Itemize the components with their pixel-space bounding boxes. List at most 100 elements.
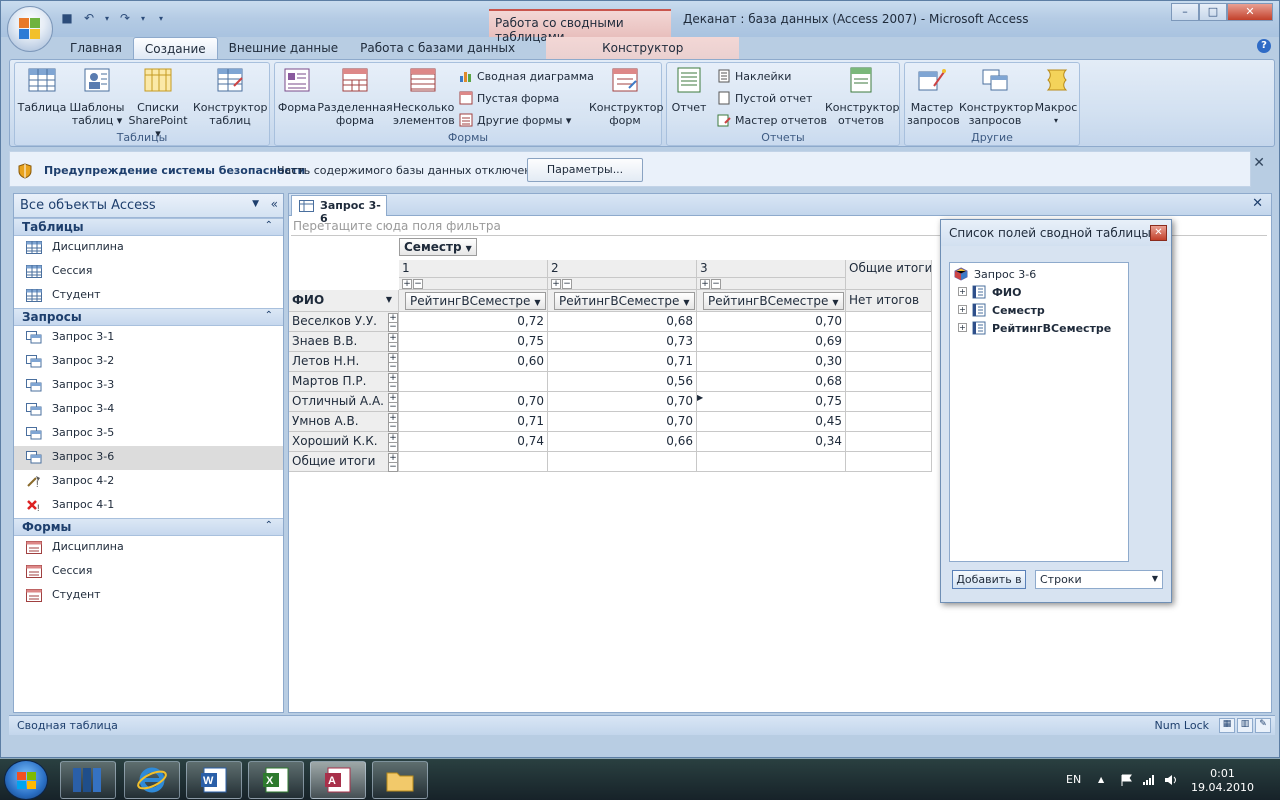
- taskbar-library-app[interactable]: [60, 761, 116, 799]
- tab-create[interactable]: Создание: [132, 37, 218, 59]
- taskbar-excel[interactable]: X: [248, 761, 304, 799]
- row-header[interactable]: Мартов П.Р.: [289, 372, 399, 392]
- sharepoint-lists-button[interactable]: Списки SharePoint ▾: [125, 66, 191, 140]
- nav-item[interactable]: Дисциплина: [14, 536, 283, 560]
- row-field-button[interactable]: ФИО ▼: [289, 290, 399, 312]
- design-view-icon[interactable]: ✎: [1255, 718, 1271, 733]
- collapse-icon[interactable]: −: [388, 322, 398, 332]
- pivot-table-view-icon[interactable]: ▦: [1219, 718, 1235, 733]
- expand-icon[interactable]: +: [958, 323, 967, 332]
- pivot-chart-view-icon[interactable]: ▥: [1237, 718, 1253, 733]
- nav-item[interactable]: Сессия: [14, 560, 283, 584]
- rating-cell[interactable]: 0,75: [399, 332, 548, 352]
- data-field-header[interactable]: РейтингВСеместре ▼: [399, 290, 548, 312]
- taskbar-explorer[interactable]: [372, 761, 428, 799]
- row-header[interactable]: Летов Н.Н.: [289, 352, 399, 372]
- data-field-header[interactable]: РейтингВСеместре ▼: [697, 290, 846, 312]
- field-list-field[interactable]: ФИО: [992, 286, 1021, 299]
- nav-item[interactable]: Студент: [14, 584, 283, 608]
- rating-cell[interactable]: 0,66: [548, 432, 697, 452]
- office-button[interactable]: [7, 6, 53, 52]
- query-design-button[interactable]: Конструктор запросов: [959, 66, 1033, 127]
- nav-item[interactable]: Сессия: [14, 260, 283, 284]
- section-collapse-icon[interactable]: ⌃: [265, 310, 273, 321]
- add-to-area-select[interactable]: Строки ▼: [1035, 570, 1163, 589]
- language-indicator[interactable]: EN: [1066, 773, 1081, 786]
- nav-item[interactable]: Запрос 3-4: [14, 398, 283, 422]
- semester-header[interactable]: 1: [399, 260, 548, 278]
- rating-cell[interactable]: 0,60: [399, 352, 548, 372]
- row-header[interactable]: Хороший К.К.: [289, 432, 399, 452]
- collapse-icon[interactable]: −: [388, 422, 398, 432]
- rating-cell[interactable]: 0,68: [697, 372, 846, 392]
- nav-item[interactable]: ! Запрос 4-1: [14, 494, 283, 518]
- document-close-icon[interactable]: ✕: [1252, 196, 1263, 211]
- undo-icon[interactable]: ↶: [81, 10, 97, 26]
- collapse-icon[interactable]: −: [711, 279, 721, 289]
- expand-icon[interactable]: +: [700, 279, 710, 289]
- row-header[interactable]: Знаев В.В.: [289, 332, 399, 352]
- nav-item[interactable]: Запрос 3-5: [14, 422, 283, 446]
- rating-cell[interactable]: 0,56: [548, 372, 697, 392]
- start-button[interactable]: [4, 760, 48, 800]
- table-design-button[interactable]: Конструктор таблиц: [193, 66, 267, 127]
- row-header[interactable]: Веселков У.У.: [289, 312, 399, 332]
- rating-cell[interactable]: 0,69: [697, 332, 846, 352]
- clock[interactable]: 0:01 19.04.2010: [1191, 767, 1254, 795]
- nav-section-header[interactable]: Запросы ⌃: [14, 308, 283, 326]
- volume-icon[interactable]: [1164, 774, 1178, 786]
- rating-cell[interactable]: 0,70: [697, 312, 846, 332]
- data-field-header[interactable]: РейтингВСеместре ▼: [548, 290, 697, 312]
- nav-menu-chevron-icon[interactable]: ▼: [252, 199, 259, 209]
- rating-cell[interactable]: 0,70: [399, 392, 548, 412]
- nav-item[interactable]: ! Запрос 4-2: [14, 470, 283, 494]
- pivot-chart-button[interactable]: Сводная диаграмма: [459, 69, 594, 83]
- collapse-icon[interactable]: −: [388, 442, 398, 452]
- nav-item[interactable]: Запрос 3-2: [14, 350, 283, 374]
- redo-dropdown-icon[interactable]: ▾: [139, 10, 147, 26]
- rating-cell[interactable]: 0,71: [399, 412, 548, 432]
- rating-cell[interactable]: 0,73: [548, 332, 697, 352]
- table-templates-button[interactable]: Шаблоны таблиц ▾: [69, 66, 125, 127]
- blank-report-button[interactable]: Пустой отчет: [717, 91, 812, 105]
- taskbar-word[interactable]: W: [186, 761, 242, 799]
- nav-pane-header[interactable]: Все объекты Access ▼ «: [14, 194, 283, 218]
- undo-dropdown-icon[interactable]: ▾: [103, 10, 111, 26]
- taskbar-internet-explorer[interactable]: [124, 761, 180, 799]
- nav-section-header[interactable]: Таблицы ⌃: [14, 218, 283, 236]
- tab-database-tools[interactable]: Работа с базами данных: [349, 37, 526, 59]
- nav-item[interactable]: Студент: [14, 284, 283, 308]
- save-icon[interactable]: ■: [59, 10, 75, 26]
- collapse-icon[interactable]: −: [413, 279, 423, 289]
- rating-cell[interactable]: 0,75: [697, 392, 846, 412]
- maximize-button[interactable]: □: [1199, 3, 1227, 21]
- collapse-icon[interactable]: −: [388, 382, 398, 392]
- field-list-field[interactable]: Семестр: [992, 304, 1045, 317]
- rating-cell[interactable]: 0,74: [399, 432, 548, 452]
- minimize-button[interactable]: –: [1171, 3, 1199, 21]
- split-form-button[interactable]: Разделенная форма: [317, 66, 393, 127]
- rating-cell[interactable]: 0,70: [548, 392, 697, 412]
- grand-total-row-header[interactable]: Общие итоги: [289, 452, 399, 472]
- help-icon[interactable]: ?: [1257, 39, 1271, 53]
- nav-item[interactable]: Запрос 3-6: [14, 446, 283, 470]
- field-list-root[interactable]: Запрос 3-6: [974, 268, 1036, 281]
- collapse-icon[interactable]: −: [388, 342, 398, 352]
- nav-item[interactable]: Дисциплина: [14, 236, 283, 260]
- data-field-button[interactable]: РейтингВСеместре ▼: [405, 292, 546, 310]
- options-button[interactable]: Параметры...: [527, 158, 643, 182]
- row-header[interactable]: Умнов А.В.: [289, 412, 399, 432]
- data-field-button[interactable]: РейтингВСеместре ▼: [703, 292, 844, 310]
- query-wizard-button[interactable]: Мастер запросов: [907, 66, 960, 127]
- report-design-button[interactable]: Конструктор отчетов: [825, 66, 899, 127]
- expand-icon[interactable]: +: [958, 287, 967, 296]
- collapse-icon[interactable]: −: [388, 462, 398, 472]
- rating-cell[interactable]: 0,34: [697, 432, 846, 452]
- more-forms-button[interactable]: Другие формы ▾: [459, 113, 571, 127]
- action-center-flag-icon[interactable]: [1120, 774, 1134, 786]
- collapse-icon[interactable]: −: [562, 279, 572, 289]
- grand-total-column-header[interactable]: Общие итоги: [846, 260, 932, 290]
- macro-button[interactable]: Макрос ▾: [1033, 66, 1079, 127]
- collapse-icon[interactable]: −: [388, 362, 398, 372]
- table-button[interactable]: Таблица: [17, 66, 67, 114]
